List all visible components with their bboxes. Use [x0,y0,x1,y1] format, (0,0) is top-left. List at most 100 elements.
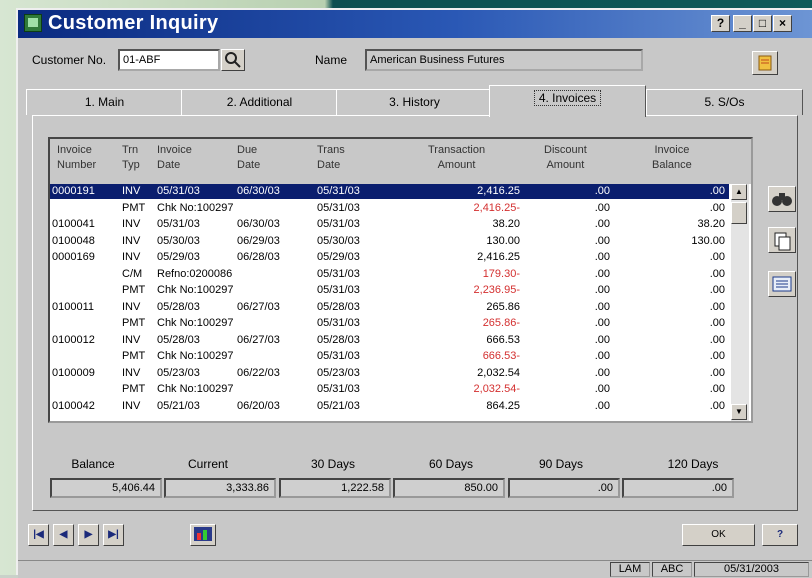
cell-disc: .00 [594,267,610,280]
aging-30-label: 30 Days [310,457,356,471]
name-label: Name [315,53,348,67]
tab-history[interactable]: 3. History [336,89,493,115]
scroll-down-arrow-icon[interactable]: ▼ [731,404,747,420]
cell-trans: 05/31/03 [317,201,360,214]
cell-bal: .00 [709,383,725,395]
aging-balance-label: Balance [71,457,115,471]
cell-typ: INV [122,366,141,379]
cell-typ: INV [122,300,141,313]
tab-additional[interactable]: 2. Additional [181,89,338,115]
cell-amount: 2,416.25- [473,201,520,214]
cell-bal: .00 [709,333,725,346]
copy-button[interactable] [768,227,796,253]
table-row[interactable]: 0100041 INV 05/31/03 06/30/03 05/31/03 38.20.… [50,217,729,232]
cell-typ: PMT [122,317,146,329]
col-discount-amount: Discount Amount [544,144,587,171]
cell-invdate: Chk No:100297 [157,317,234,329]
help-title-button[interactable]: ? [711,15,730,32]
cell-amount: 2,236.95- [473,284,520,296]
cell-disc: .00 [594,251,610,263]
chart-button[interactable] [190,524,216,546]
binoculars-icon [772,193,792,206]
tab-sos[interactable]: 5. S/Os [646,89,803,115]
cell-trans: 05/31/03 [317,218,360,230]
cell-due: 06/30/03 [237,218,280,230]
find-button[interactable] [768,186,796,212]
scroll-up-arrow-icon[interactable]: ▲ [731,184,747,200]
cell-amount: 130.00 [486,234,520,247]
cell-trans: 05/31/03 [317,350,360,362]
cell-due: 06/28/03 [237,251,280,263]
cell-disc: .00 [594,284,610,296]
tab-main[interactable]: 1. Main [26,89,183,115]
cell-disc: .00 [594,185,610,197]
scroll-thumb[interactable] [731,202,747,224]
cell-bal: 130.00 [691,234,725,247]
cell-amount: 666.53 [486,333,520,346]
cell-inv: 0000191 [52,185,95,197]
previous-record-icon[interactable]: ◀ [53,524,74,546]
cell-amount: 2,416.25 [477,251,520,263]
maximize-button[interactable]: □ [753,15,772,32]
table-row[interactable]: PMT Chk No:100297 05/31/03 2,236.95- .00 .00 [50,283,729,298]
cell-inv: 0100009 [52,366,95,379]
col-invoice-number: Invoice Number [57,144,97,171]
notes-button[interactable] [752,51,778,75]
cell-due: 06/30/03 [237,185,280,197]
first-record-icon[interactable]: |◀ [28,524,49,546]
table-row[interactable]: 0100009 INV 05/23/03 06/22/03 05/23/03 2,032.… [50,366,729,381]
cell-invdate: Chk No:100297 [157,383,234,395]
ok-button[interactable]: OK [682,524,755,546]
cell-inv: 0100041 [52,218,95,230]
title-bar[interactable]: Customer Inquiry ? _ □ × [18,10,812,38]
tab-invoices[interactable]: 4. Invoices [489,85,646,117]
cell-invdate: Chk No:100297 [157,350,234,362]
table-row[interactable]: PMT Chk No:100297 05/31/03 265.86- .00 .00 [50,316,729,331]
cell-trans: 05/31/03 [317,383,360,395]
cell-disc: .00 [594,234,610,247]
cell-typ: PMT [122,284,146,296]
aging-90-value: .00 [508,478,620,498]
table-row[interactable]: PMT Chk No:100297 05/31/03 2,416.25- .00 .00 [50,201,729,216]
cell-typ: PMT [122,201,146,214]
aging-60-value: 850.00 [393,478,505,498]
table-row[interactable]: 0000169 INV 05/29/03 06/28/03 05/29/03 2,416.… [50,250,729,265]
cell-disc: .00 [594,218,610,230]
minimize-button[interactable]: _ [733,15,752,32]
invoice-grid[interactable]: Invoice Number Trn Typ Invoice Date Due Date… [48,137,753,423]
table-row[interactable]: 0100048 INV 05/30/03 06/29/03 05/30/03 130.00… [50,234,729,249]
customer-no-field[interactable]: 01-ABF [118,49,220,71]
cell-disc: .00 [594,366,610,379]
grid-scrollbar[interactable]: ▲ ▼ [731,184,749,421]
cell-due: 06/29/03 [237,234,280,247]
cell-due: 06/22/03 [237,366,280,379]
cell-trans: 05/21/03 [317,399,360,412]
detail-button[interactable] [768,271,796,297]
close-button[interactable]: × [773,15,792,32]
table-row[interactable]: 0100012 INV 05/28/03 06/27/03 05/28/03 666.53… [50,333,729,348]
status-bar: LAM ABC 05/31/2003 [18,560,812,578]
cell-disc: .00 [594,300,610,313]
grid-header: Invoice Number Trn Typ Invoice Date Due Date… [50,139,751,184]
cell-trans: 05/31/03 [317,185,360,197]
cell-inv: 0000169 [52,251,95,263]
aging-120-value: .00 [622,478,734,498]
help-button[interactable]: ? [762,524,798,546]
aging-120-label: 120 Days [667,457,719,471]
list-detail-icon [772,276,792,292]
cell-amount: 2,416.25 [477,185,520,197]
cell-disc: .00 [594,333,610,346]
cell-invdate: Refno:0200086 [157,267,233,280]
table-row[interactable]: 0000191 INV 05/31/03 06/30/03 05/31/03 2,416.… [50,184,729,199]
next-record-icon[interactable]: ▶ [78,524,99,546]
table-row[interactable]: 0100011 INV 05/28/03 06/27/03 05/28/03 265.86… [50,300,729,315]
cell-amount: 265.86- [482,317,520,329]
cell-invdate: Chk No:100297 [157,284,234,296]
table-row[interactable]: PMT Chk No:100297 05/31/03 666.53- .00 .00 [50,349,729,364]
table-row[interactable]: PMT Chk No:100297 05/31/03 2,032.54- .00 .00 [50,382,729,397]
customer-lookup-button[interactable] [221,49,245,71]
table-row[interactable]: C/M Refno:0200086 05/31/03 179.30- .00 .00 [50,267,729,282]
tab-main-label: 1. Main [84,95,125,109]
last-record-icon[interactable]: ▶| [103,524,124,546]
table-row[interactable]: 0100042 INV 05/21/03 06/20/03 05/21/03 864.25… [50,399,729,414]
